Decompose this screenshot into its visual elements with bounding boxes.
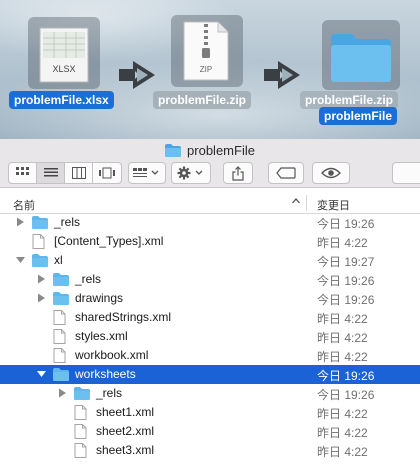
item-name: sheet3.xml [96,443,155,457]
gallery-view-icon [99,167,115,179]
item-name: _rels [96,386,123,400]
icon-view-button[interactable] [9,163,37,183]
file-row[interactable]: sheet1.xml 昨日 4:22 [0,403,420,422]
folder-icon [165,143,182,157]
item-name: drawings [75,291,124,305]
item-name: workbook.xml [75,348,149,362]
modified-column-header[interactable]: 変更日 [317,197,350,213]
name-column-header[interactable]: 名前 [13,197,35,213]
item-modified-date: 今日 19:26 [317,293,375,307]
folder-icon [32,216,48,229]
document-icon [74,424,87,439]
group-button[interactable] [128,162,166,184]
icon-view-icon [15,167,29,175]
document-icon [32,234,45,249]
folder-icon [53,273,69,286]
zip-file-label[interactable]: problemFile.zip [153,91,252,109]
disclosure-expanded-icon[interactable] [37,369,46,379]
folder-row[interactable]: worksheets 今日 19:26 [0,365,420,384]
item-name: [Content_Types].xml [54,234,164,248]
folder-row[interactable]: drawings 今日 19:26 [0,289,420,308]
quicklook-icon [321,167,341,179]
toolbar [0,161,420,188]
gallery-view-button[interactable] [93,163,121,183]
folder-file-label[interactable]: problemFile [319,107,398,125]
folder-icon [74,387,90,400]
share-icon [232,165,244,181]
share-button[interactable] [223,162,253,184]
folder-row[interactable]: xl 今日 19:27 [0,251,420,270]
file-row[interactable]: sheet3.xml 昨日 4:22 [0,441,420,460]
svg-text:ZIP: ZIP [200,65,212,74]
column-view-icon [71,167,86,179]
window-titlebar: problemFile [0,139,420,161]
tag-button[interactable] [268,162,304,184]
file-row[interactable]: styles.xml 昨日 4:22 [0,327,420,346]
disclosure-collapsed-icon[interactable] [16,217,25,227]
folder-icon [32,254,48,267]
folder-row[interactable]: _rels 今日 19:26 [0,270,420,289]
item-modified-date: 今日 19:26 [317,217,375,231]
document-icon [53,348,66,363]
quicklook-button[interactable] [312,162,350,184]
disclosure-collapsed-icon[interactable] [58,388,67,398]
item-modified-date: 昨日 4:22 [317,445,368,459]
disclosure-expanded-icon[interactable] [16,255,25,265]
column-divider[interactable] [306,195,307,211]
sort-chevron-up-icon[interactable] [291,196,301,206]
item-name: sharedStrings.xml [75,310,172,324]
gear-icon [177,166,203,180]
document-icon [53,329,66,344]
item-name: worksheets [75,367,136,381]
file-row[interactable]: sharedStrings.xml 昨日 4:22 [0,308,420,327]
arrow-right-icon [264,61,300,89]
document-icon [74,443,87,458]
file-row[interactable]: [Content_Types].xml 昨日 4:22 [0,232,420,251]
xlsx-file-label[interactable]: problemFile.xlsx [9,91,114,109]
folder-icon [53,292,69,305]
item-name: sheet1.xml [96,405,155,419]
disclosure-collapsed-icon[interactable] [37,293,46,303]
file-row[interactable]: workbook.xml 昨日 4:22 [0,346,420,365]
item-modified-date: 昨日 4:22 [317,312,368,326]
search-field[interactable] [392,162,420,184]
action-button[interactable] [171,162,211,184]
folder-row[interactable]: _rels 今日 19:26 [0,213,420,232]
file-row[interactable]: sheet2.xml 昨日 4:22 [0,422,420,441]
folder-icon [53,368,69,381]
item-modified-date: 昨日 4:22 [317,350,368,364]
column-header: 名前 変更日 [0,193,420,214]
item-modified-date: 昨日 4:22 [317,407,368,421]
item-name: sheet2.xml [96,424,155,438]
item-modified-date: 今日 19:26 [317,388,375,402]
tag-icon [276,167,296,179]
view-mode-control[interactable] [8,162,122,184]
item-name: xl [54,253,63,267]
item-name: _rels [54,215,81,229]
item-modified-date: 昨日 4:22 [317,426,368,440]
item-modified-date: 昨日 4:22 [317,236,368,250]
list-view-icon [43,168,58,177]
conversion-illustration: XLSX problemFile.xlsx ZIP problemFile.zi… [0,0,420,139]
arrow-right-icon [119,61,155,89]
document-icon [53,310,66,325]
item-modified-date: 今日 19:26 [317,369,375,383]
xlsx-file-icon[interactable]: XLSX [34,26,94,84]
file-list: _rels 今日 19:26 [Content_Types].xml 昨日 4:22 x… [0,213,420,460]
svg-text:XLSX: XLSX [52,64,75,74]
item-modified-date: 今日 19:26 [317,274,375,288]
disclosure-collapsed-icon[interactable] [37,274,46,284]
zip-file-icon[interactable]: ZIP [182,20,230,82]
item-name: _rels [75,272,102,286]
folder-icon[interactable] [328,28,394,84]
list-view-button[interactable] [37,163,65,183]
item-modified-date: 今日 19:27 [317,255,375,269]
group-icon [133,168,159,177]
item-name: styles.xml [75,329,128,343]
folder-row[interactable]: _rels 今日 19:26 [0,384,420,403]
column-view-button[interactable] [65,163,93,183]
item-modified-date: 昨日 4:22 [317,331,368,345]
document-icon [74,405,87,420]
window-title: problemFile [187,142,255,158]
